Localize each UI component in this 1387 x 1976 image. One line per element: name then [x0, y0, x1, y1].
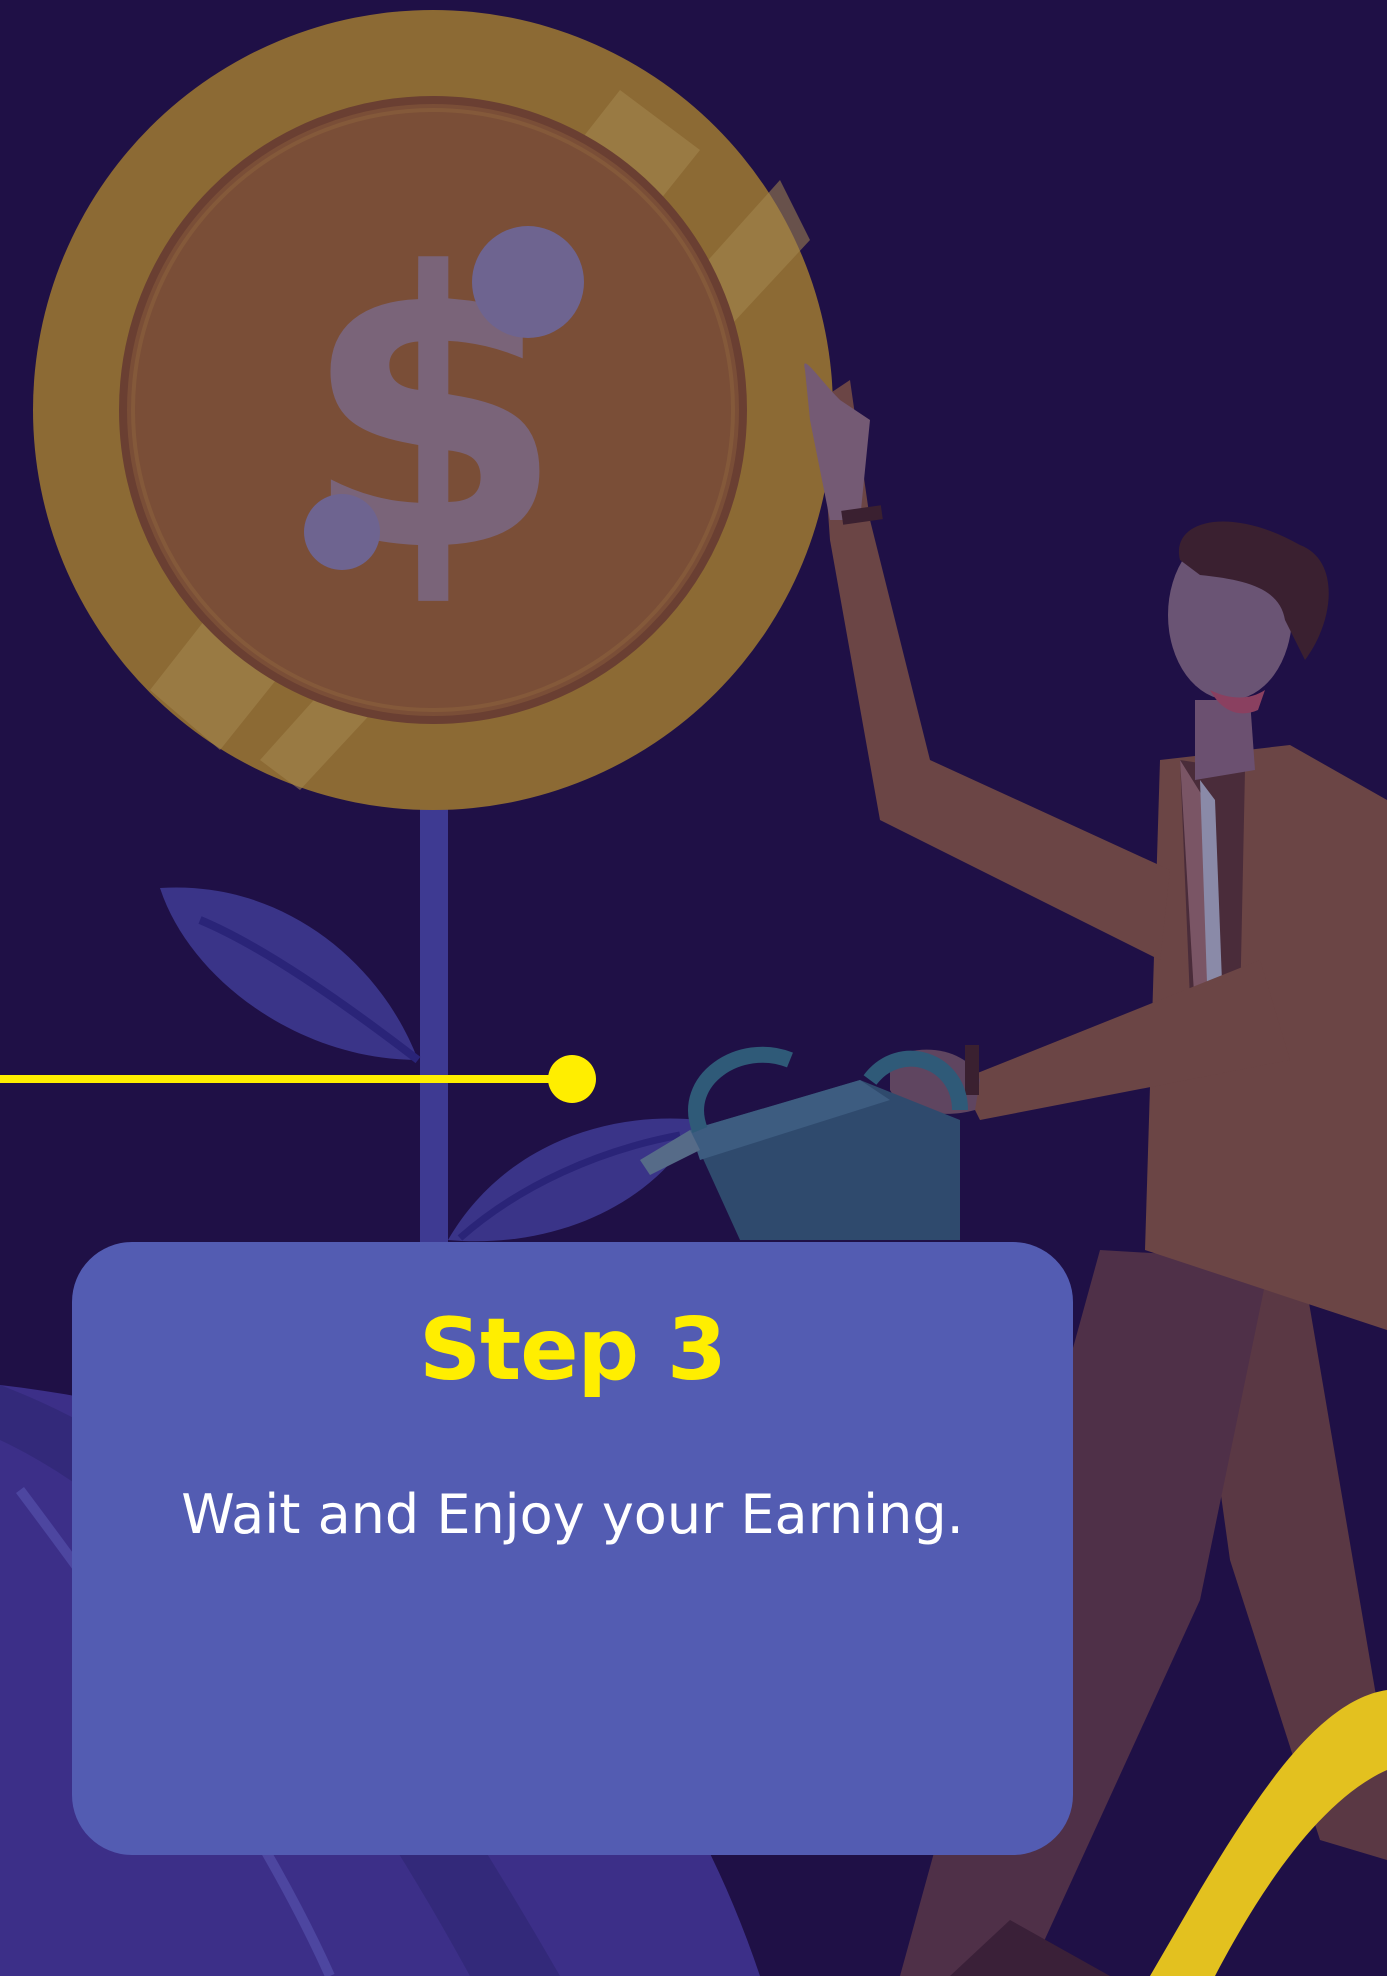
- step-description: Wait and Enjoy your Earning.: [181, 1483, 964, 1546]
- dollar-coin-icon: $: [33, 10, 833, 810]
- step-slide: $ Step 3 Wait and Enjoy your Earning.: [0, 0, 1387, 1976]
- step-card: Step 3 Wait and Enjoy your Earning.: [72, 1242, 1073, 1855]
- man-head: [1168, 521, 1329, 780]
- man-raised-arm: [820, 380, 1170, 960]
- step-title: Step 3: [419, 1300, 727, 1400]
- timeline-dot: [548, 1055, 596, 1103]
- plant-stem: [420, 800, 448, 1250]
